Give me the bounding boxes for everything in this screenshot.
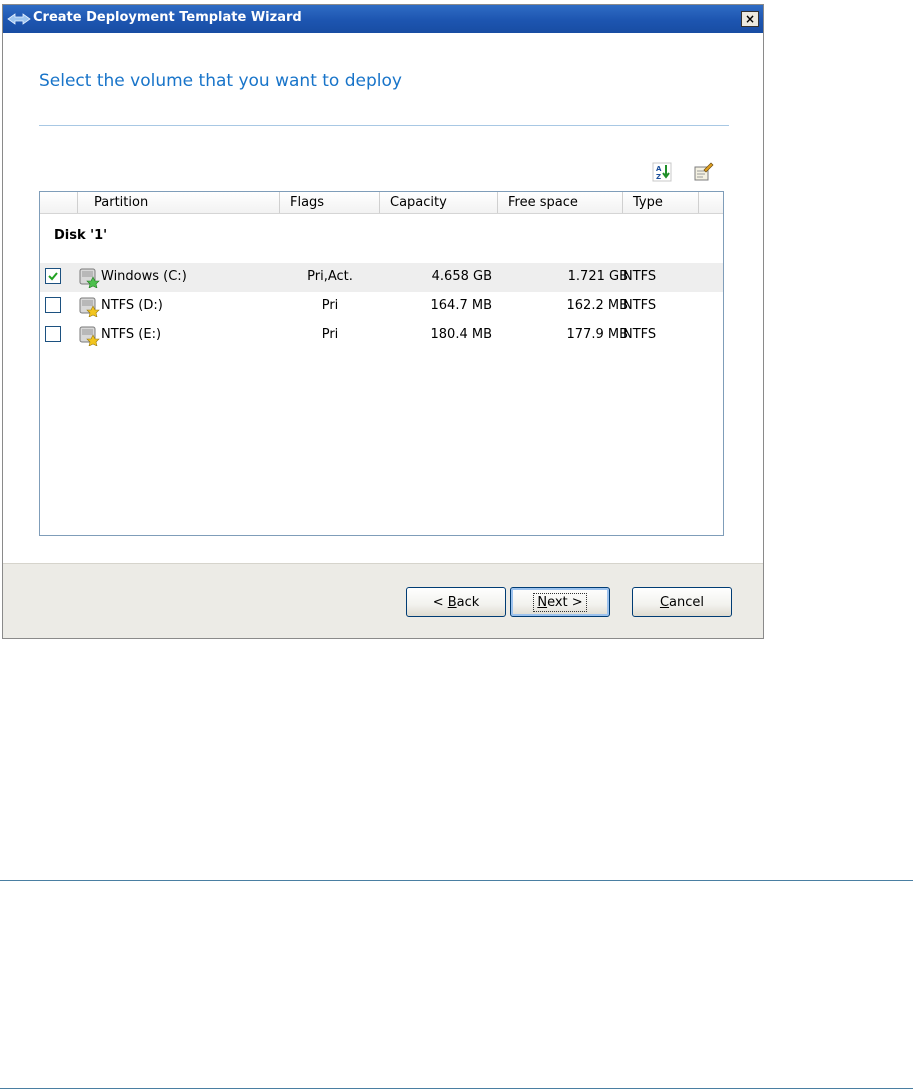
header-filler [699,192,723,213]
next-button[interactable]: Next > [510,587,610,617]
header-free-space[interactable]: Free space [498,192,623,213]
cell-capacity: 164.7 MB [430,298,492,313]
sort-az-icon[interactable]: A Z [652,162,672,182]
properties-icon[interactable] [692,161,714,181]
close-button[interactable]: × [741,11,759,27]
table-row[interactable]: NTFS (E:) Pri 180.4 MB 177.9 MB NTFS [40,321,723,350]
page-heading: Select the volume that you want to deplo… [39,71,402,91]
back-button[interactable]: < Back [406,587,506,617]
table-row[interactable]: NTFS (D:) Pri 164.7 MB 162.2 MB NTFS [40,292,723,321]
svg-text:Z: Z [656,173,661,181]
disk-group-label: Disk '1' [54,228,108,243]
cell-partition: NTFS (D:) [101,298,163,313]
cell-flags: Pri [321,298,339,313]
header-capacity[interactable]: Capacity [380,192,498,213]
cell-free-space: 162.2 MB [566,298,628,313]
heading-divider [39,125,729,126]
system-drive-icon [79,268,100,288]
page-divider-top [0,880,913,881]
window-title: Create Deployment Template Wizard [33,10,302,25]
volume-list[interactable]: Partition Flags Capacity Free space Type… [39,191,724,536]
cell-partition: NTFS (E:) [101,327,162,342]
cell-flags: Pri [321,327,339,342]
header-partition[interactable]: Partition [78,192,280,213]
row-checkbox[interactable] [45,297,61,313]
header-type[interactable]: Type [623,192,699,213]
cell-free-space: 1.721 GB [567,269,628,284]
title-bar[interactable]: Create Deployment Template Wizard × [3,5,763,33]
cell-free-space: 177.9 MB [566,327,628,342]
cell-capacity: 180.4 MB [430,327,492,342]
column-header: Partition Flags Capacity Free space Type [40,192,723,214]
header-check-column[interactable] [40,192,78,213]
cell-type: NTFS [623,269,657,284]
cell-flags: Pri,Act. [307,269,353,284]
cell-partition: Windows (C:) [101,269,187,284]
drive-icon [79,326,100,346]
next-button-label: Next > [533,592,587,612]
cell-type: NTFS [623,327,657,342]
row-checkbox[interactable] [45,326,61,342]
row-checkbox[interactable] [45,268,61,284]
wizard-app-icon [7,13,31,25]
cell-type: NTFS [623,298,657,313]
table-row[interactable]: Windows (C:) Pri,Act. 4.658 GB 1.721 GB … [40,263,723,292]
wizard-window: Create Deployment Template Wizard × Sele… [2,4,764,639]
cell-capacity: 4.658 GB [431,269,492,284]
check-mark-icon [48,272,58,281]
header-flags[interactable]: Flags [280,192,380,213]
cancel-button[interactable]: Cancel [632,587,732,617]
page-divider-bottom [0,1088,913,1089]
cancel-button-label: Cancel [659,594,705,610]
back-button-label: < Back [432,594,480,610]
svg-text:A: A [656,165,662,173]
drive-icon [79,297,100,317]
